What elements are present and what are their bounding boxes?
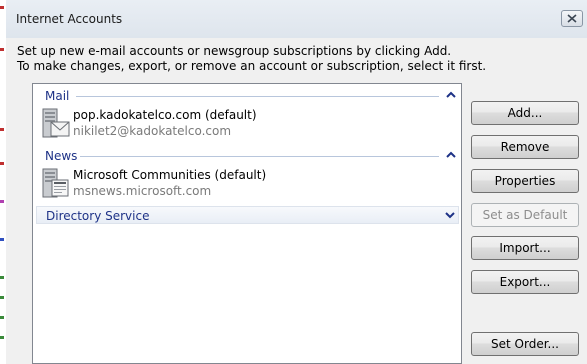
chevron-down-icon[interactable] (445, 210, 455, 220)
close-icon (567, 14, 577, 23)
background-mark (0, 162, 4, 165)
instructions-line-1: Set up new e-mail accounts or newsgroup … (17, 44, 452, 58)
group-label-directory-service: Directory Service (46, 209, 150, 223)
news-server-icon (42, 168, 69, 198)
background-mark (0, 200, 4, 203)
background-mark (0, 276, 4, 279)
properties-button[interactable]: Properties (471, 169, 579, 193)
group-label-news: News (45, 149, 78, 163)
group-divider (76, 96, 439, 97)
group-header-directory-service[interactable]: Directory Service (36, 206, 459, 224)
internet-accounts-dialog: Internet Accounts Set up new e-mail acco… (6, 0, 587, 364)
account-item-mail[interactable]: pop.kadokatelco.com (default) nikilet2@k… (36, 106, 459, 144)
chevron-up-icon[interactable] (446, 90, 456, 100)
background-mark (0, 316, 4, 319)
group-divider (80, 156, 439, 157)
background-mark (0, 48, 4, 51)
window-title: Internet Accounts (16, 12, 123, 26)
instructions-line-2: To make changes, export, or remove an ac… (17, 59, 487, 73)
group-header-mail[interactable]: Mail (36, 87, 459, 105)
set-as-default-button[interactable]: Set as Default (471, 203, 579, 227)
chevron-up-icon[interactable] (446, 150, 456, 160)
close-button[interactable] (561, 10, 583, 27)
title-bar: Internet Accounts (6, 0, 587, 42)
background-mark (0, 296, 4, 299)
background-mark (0, 6, 4, 9)
group-label-mail: Mail (45, 89, 70, 103)
background-mark (0, 238, 4, 241)
remove-button[interactable]: Remove (471, 135, 579, 159)
mail-server-icon (42, 108, 70, 138)
export-button[interactable]: Export... (471, 270, 579, 294)
group-header-news[interactable]: News (36, 147, 459, 165)
instructions: Set up new e-mail accounts or newsgroup … (17, 44, 486, 74)
add-button[interactable]: Add... (471, 101, 579, 125)
account-item-news[interactable]: Microsoft Communities (default) msnews.m… (36, 166, 459, 204)
accounts-list[interactable]: Mail pop.kadokatelco.com (default) nikil… (32, 83, 462, 364)
background-mark (0, 336, 4, 339)
import-button[interactable]: Import... (471, 236, 579, 260)
set-order-button[interactable]: Set Order... (471, 332, 579, 356)
account-detail: nikilet2@kadokatelco.com (73, 124, 232, 138)
account-detail: msnews.microsoft.com (73, 184, 212, 198)
background-mark (0, 128, 4, 131)
dialog-body: Set up new e-mail accounts or newsgroup … (6, 38, 587, 364)
account-name: pop.kadokatelco.com (default) (73, 108, 257, 122)
account-name: Microsoft Communities (default) (73, 168, 267, 182)
